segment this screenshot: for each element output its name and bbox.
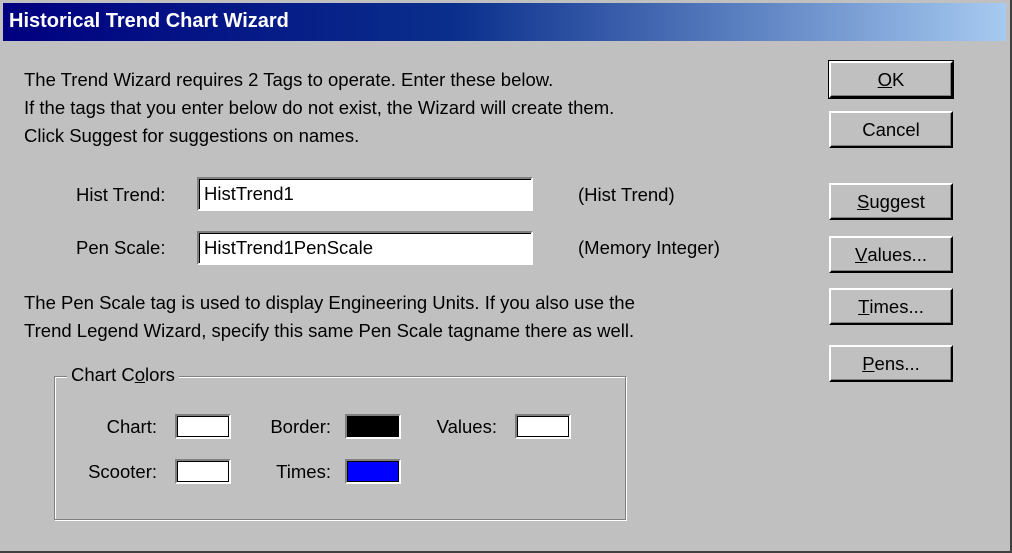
values-color-label: Values: (436, 416, 497, 437)
note-line-2: Trend Legend Wizard, specify this same P… (24, 320, 635, 341)
chart-color-swatch[interactable] (175, 414, 231, 439)
pen-scale-type-note: (Memory Integer) (578, 237, 720, 258)
intro-line-1: The Trend Wizard requires 2 Tags to oper… (24, 69, 554, 90)
ok-button[interactable]: OK (828, 60, 954, 99)
pen-scale-input[interactable] (197, 231, 533, 265)
trend-wizard-dialog: Historical Trend Chart Wizard The Trend … (0, 0, 1012, 553)
times-color-label: Times: (276, 461, 331, 482)
scooter-color-swatch[interactable] (175, 459, 231, 484)
chart-colors-legend: Chart Colors (67, 364, 179, 386)
title-bar[interactable]: Historical Trend Chart Wizard (3, 3, 1006, 41)
scooter-color-label: Scooter: (88, 461, 157, 482)
cancel-button[interactable]: Cancel (829, 111, 953, 148)
pen-scale-label: Pen Scale: (76, 237, 166, 258)
suggest-button[interactable]: Suggest (829, 183, 953, 220)
times-color-swatch[interactable] (345, 459, 401, 484)
values-button[interactable]: Values... (829, 236, 953, 273)
hist-trend-label: Hist Trend: (76, 184, 166, 205)
chart-colors-group: Chart Colors Chart: Border: Values: Scoo… (54, 364, 626, 520)
note-line-1: The Pen Scale tag is used to display Eng… (24, 292, 635, 313)
intro-text: The Trend Wizard requires 2 Tags to oper… (24, 66, 614, 150)
pen-scale-note: The Pen Scale tag is used to display Eng… (24, 289, 635, 345)
chart-color-label: Chart: (106, 416, 157, 437)
pens-button[interactable]: Pens... (829, 345, 953, 382)
window-title: Historical Trend Chart Wizard (9, 10, 289, 32)
hist-trend-input[interactable] (197, 177, 533, 211)
values-color-swatch[interactable] (515, 414, 571, 439)
border-color-label: Border: (270, 416, 331, 437)
intro-line-3: Click Suggest for suggestions on names. (24, 125, 360, 146)
times-button[interactable]: Times... (829, 288, 953, 325)
intro-line-2: If the tags that you enter below do not … (24, 97, 615, 118)
border-color-swatch[interactable] (345, 414, 401, 439)
hist-trend-type-note: (Hist Trend) (578, 184, 675, 205)
